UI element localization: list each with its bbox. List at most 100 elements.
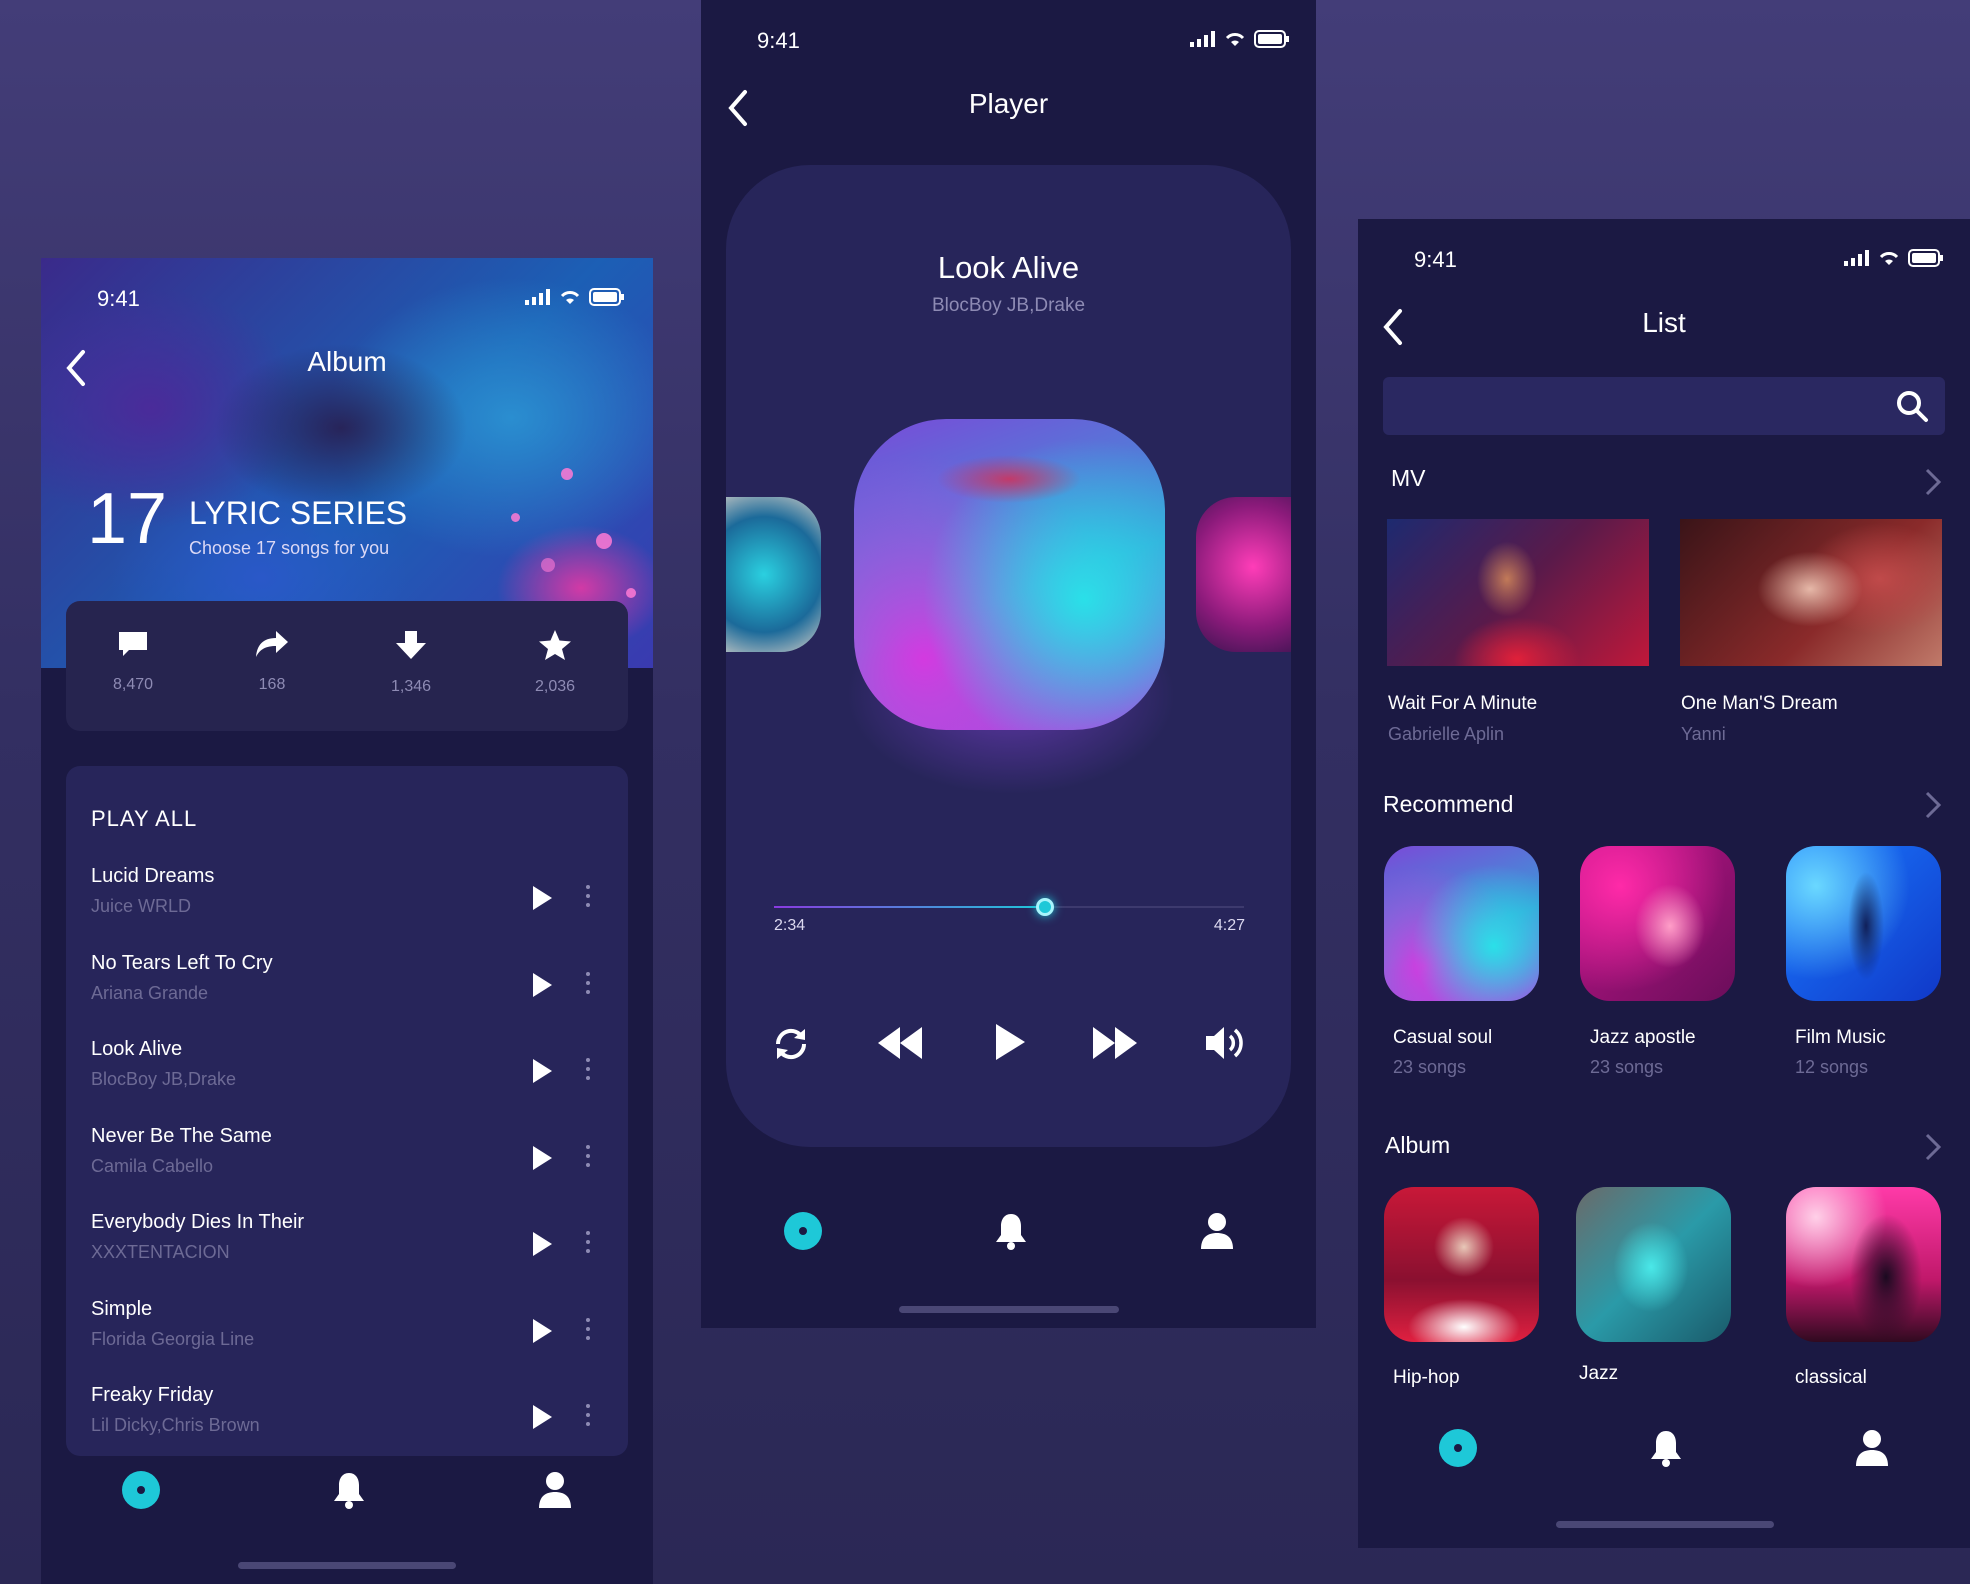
more-options-icon[interactable] — [585, 1055, 591, 1085]
bell-icon[interactable] — [1648, 1428, 1684, 1468]
signal-icon — [1844, 250, 1869, 266]
album-title: Hip-hop — [1393, 1367, 1460, 1388]
bell-icon[interactable] — [331, 1470, 367, 1510]
more-options-icon[interactable] — [585, 1228, 591, 1258]
more-options-icon[interactable] — [585, 1315, 591, 1345]
more-options-icon[interactable] — [585, 1142, 591, 1172]
star-icon — [539, 630, 571, 660]
album-title: Jazz — [1579, 1363, 1619, 1384]
repeat-icon[interactable] — [772, 1025, 810, 1063]
more-options-icon[interactable] — [585, 882, 591, 912]
fast-forward-icon[interactable] — [1091, 1025, 1139, 1061]
disc-icon[interactable] — [1438, 1428, 1478, 1468]
list-screen: 9:41 List MV Wait For A Minute Gabrielle… — [1358, 219, 1970, 1548]
hero-number: 17 — [87, 479, 168, 559]
play-icon[interactable] — [531, 885, 553, 911]
chevron-right-icon[interactable] — [1924, 790, 1942, 820]
download-stat[interactable]: 1,346 — [366, 629, 456, 696]
chevron-right-icon[interactable] — [1924, 467, 1942, 497]
play-icon[interactable] — [531, 1404, 553, 1430]
song-row[interactable]: No Tears Left To Cry Ariana Grande — [91, 952, 611, 1022]
playlist-cover[interactable] — [1384, 846, 1539, 1001]
status-icons — [1190, 30, 1290, 48]
favorite-stat[interactable]: 2,036 — [510, 629, 600, 696]
previous-cover[interactable] — [726, 497, 821, 652]
playlist-count: 12 songs — [1795, 1057, 1869, 1077]
play-icon[interactable] — [531, 1145, 553, 1171]
status-icons — [1844, 249, 1944, 267]
search-icon[interactable] — [1895, 389, 1929, 423]
home-indicator — [899, 1306, 1119, 1313]
mv-title: Wait For A Minute — [1388, 693, 1538, 714]
player-screen: 9:41 Player Look Alive BlocBoy JB,Drake … — [701, 0, 1316, 1328]
next-cover[interactable] — [1196, 497, 1291, 652]
search-bar[interactable] — [1383, 377, 1945, 435]
disc-icon[interactable] — [783, 1211, 823, 1251]
search-input[interactable] — [1399, 389, 1879, 423]
song-row[interactable]: Look Alive BlocBoy JB,Drake — [91, 1038, 611, 1108]
playlist-count: 23 songs — [1393, 1057, 1467, 1077]
play-icon[interactable] — [993, 1022, 1027, 1062]
profile-icon[interactable] — [1854, 1428, 1890, 1468]
playlist-count: 23 songs — [1590, 1057, 1664, 1077]
song-artist: BlocBoy JB,Drake — [931, 295, 1086, 316]
song-row[interactable]: Simple Florida Georgia Line — [91, 1298, 611, 1368]
player-card: Look Alive BlocBoy JB,Drake 2:34 4:27 — [726, 165, 1291, 1147]
progress-track[interactable] — [774, 898, 1244, 916]
mv-artist: Yanni — [1681, 724, 1726, 744]
chevron-right-icon[interactable] — [1924, 1132, 1942, 1162]
series-title: LYRIC SERIES — [189, 495, 408, 531]
playlist-title: Casual soul — [1393, 1027, 1493, 1048]
status-time: 9:41 — [97, 286, 140, 311]
page-title: Album — [307, 346, 387, 377]
progress-knob[interactable] — [1036, 898, 1055, 916]
battery-icon — [589, 288, 624, 306]
play-icon[interactable] — [531, 1318, 553, 1344]
volume-icon[interactable] — [1204, 1023, 1248, 1063]
mv-thumbnail[interactable] — [1387, 519, 1649, 666]
battery-icon — [1254, 30, 1289, 48]
comment-stat[interactable]: 8,470 — [88, 629, 178, 694]
duration-time: 4:27 — [1213, 917, 1245, 934]
signal-icon — [1190, 31, 1215, 47]
album-cover[interactable] — [1384, 1187, 1539, 1342]
playlist-cover[interactable] — [1580, 846, 1735, 1001]
mv-title: One Man'S Dream — [1681, 693, 1838, 714]
song-row[interactable]: Freaky Friday Lil Dicky,Chris Brown — [91, 1384, 611, 1454]
bell-icon[interactable] — [993, 1211, 1029, 1251]
scroll-mask — [1358, 1391, 1970, 1431]
play-all-button[interactable]: PLAY ALL — [91, 806, 197, 832]
playlist-title: Jazz apostle — [1590, 1027, 1696, 1048]
wifi-icon — [1879, 252, 1899, 265]
album-cover[interactable] — [1576, 1187, 1731, 1342]
mv-artist: Gabrielle Aplin — [1388, 724, 1505, 744]
status-icons — [525, 288, 625, 306]
share-stat[interactable]: 168 — [227, 629, 317, 694]
mv-thumbnail[interactable] — [1680, 519, 1942, 666]
battery-icon — [1908, 249, 1943, 267]
recommend-section-title: Recommend — [1383, 791, 1514, 817]
album-section-title: Album — [1385, 1132, 1451, 1158]
song-row[interactable]: Lucid Dreams Juice WRLD — [91, 865, 611, 935]
play-icon[interactable] — [531, 1058, 553, 1084]
tab-bar — [783, 1211, 1235, 1251]
page-title: List — [1642, 307, 1686, 338]
more-options-icon[interactable] — [585, 969, 591, 999]
play-icon[interactable] — [531, 1231, 553, 1257]
elapsed-time: 2:34 — [774, 917, 806, 934]
album-cover[interactable] — [1786, 1187, 1941, 1342]
song-row[interactable]: Never Be The Same Camila Cabello — [91, 1125, 611, 1195]
home-indicator — [1556, 1521, 1774, 1528]
download-icon — [396, 631, 426, 659]
more-options-icon[interactable] — [585, 1401, 591, 1431]
profile-icon[interactable] — [1199, 1211, 1235, 1251]
play-icon[interactable] — [531, 972, 553, 998]
profile-icon[interactable] — [537, 1470, 573, 1510]
song-list-card: PLAY ALL Lucid Dreams Juice WRLD No Tears … — [66, 766, 628, 1456]
playlist-cover[interactable] — [1786, 846, 1941, 1001]
song-row[interactable]: Everybody Dies In Their XXXTENTACION — [91, 1211, 611, 1281]
status-time: 9:41 — [1414, 247, 1457, 272]
wifi-icon — [1225, 33, 1245, 46]
rewind-icon[interactable] — [876, 1025, 924, 1061]
disc-icon[interactable] — [121, 1470, 161, 1510]
